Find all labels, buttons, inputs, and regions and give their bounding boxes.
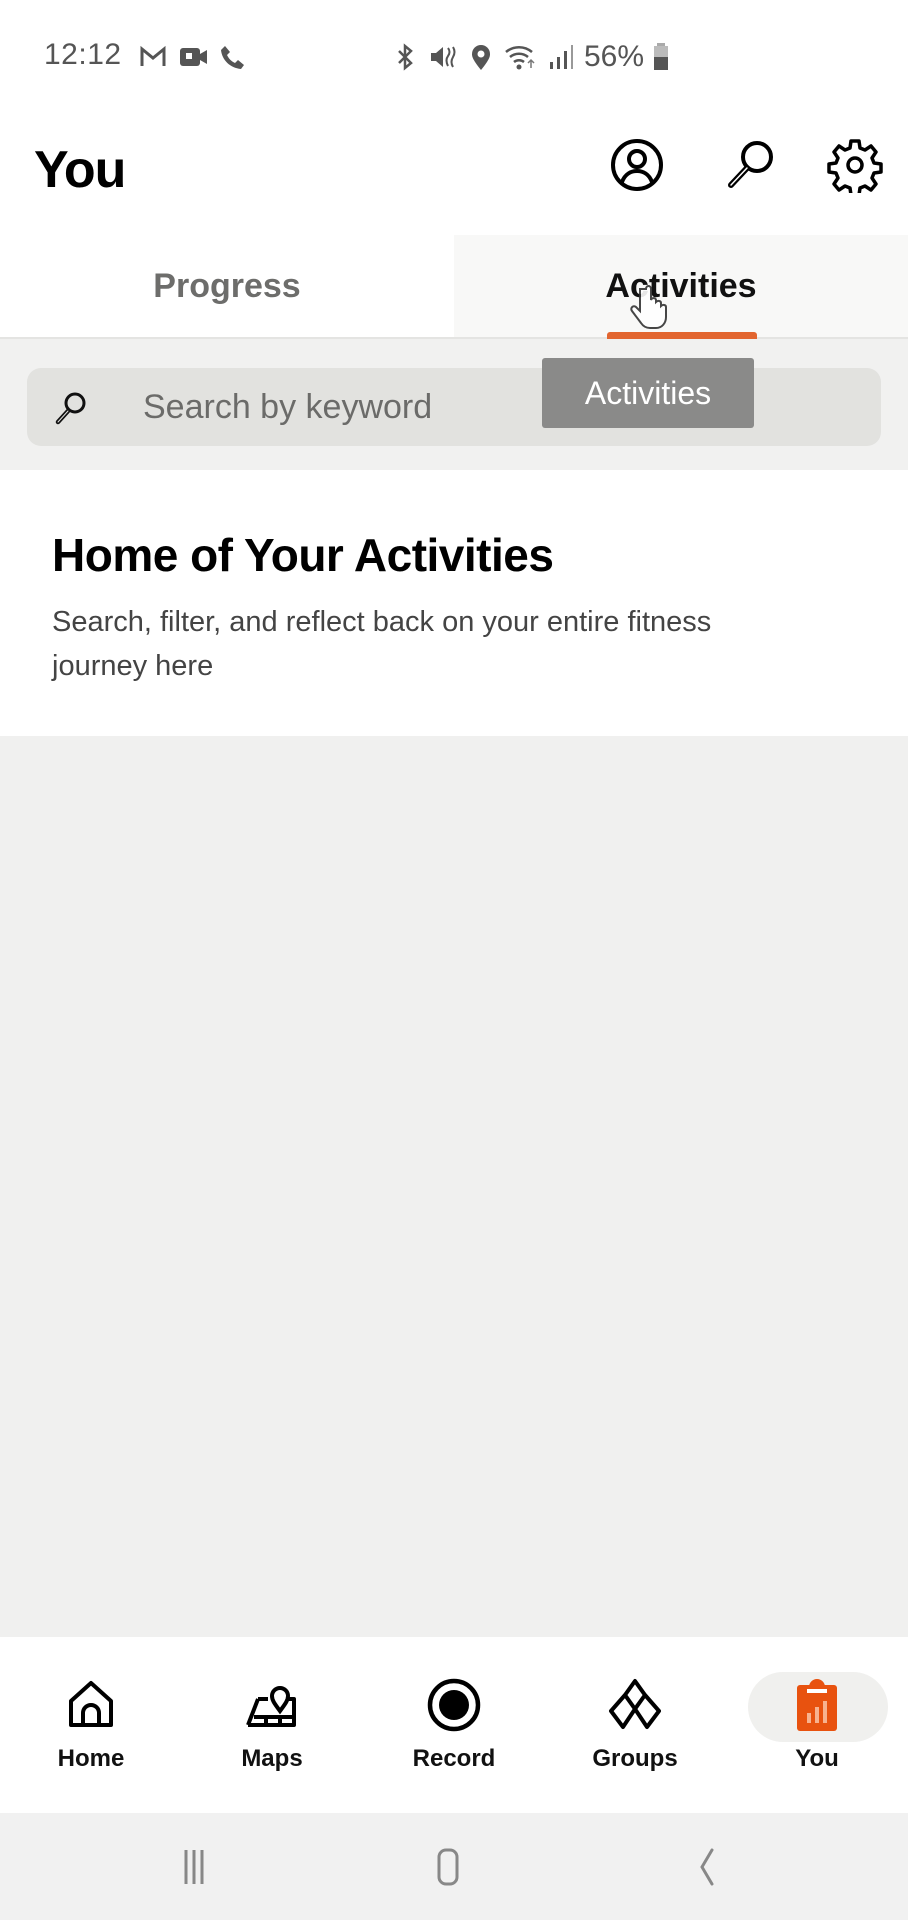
tab-progress[interactable]: Progress	[0, 235, 454, 337]
nav-maps-label: Maps	[241, 1745, 303, 1772]
gear-icon	[827, 139, 883, 193]
groups-icon	[609, 1679, 661, 1729]
page-title: You	[34, 141, 126, 199]
profile-button[interactable]	[608, 136, 666, 194]
nav-groups-label: Groups	[592, 1745, 678, 1772]
search-button[interactable]	[722, 136, 780, 194]
tooltip: Activities	[542, 358, 754, 428]
you-clipboard-icon	[797, 1679, 837, 1731]
app-header: You	[0, 110, 908, 235]
signal-icon	[550, 45, 573, 69]
wifi-icon	[505, 45, 535, 70]
nav-groups[interactable]: Groups	[544, 1637, 726, 1813]
search-placeholder: Search by keyword	[143, 388, 433, 426]
activities-intro-card: Home of Your Activities Search, filter, …	[0, 470, 908, 736]
map-icon	[246, 1686, 296, 1727]
settings-button[interactable]	[826, 136, 884, 194]
location-icon	[472, 45, 490, 70]
nav-you-label: You	[795, 1745, 839, 1772]
nav-home-label: Home	[57, 1745, 125, 1772]
search-icon	[55, 392, 86, 425]
home-icon	[69, 1681, 113, 1727]
tab-activities[interactable]: Activities	[454, 235, 908, 339]
gmail-icon	[140, 45, 166, 66]
phone-icon	[221, 46, 244, 69]
profile-icon	[611, 139, 663, 191]
video-call-icon	[180, 48, 207, 66]
back-icon[interactable]	[684, 1847, 734, 1887]
nav-you[interactable]: You	[726, 1637, 908, 1813]
nav-record-label: Record	[412, 1745, 496, 1772]
recent-apps-icon[interactable]	[172, 1847, 222, 1887]
tab-bar: Progress Activities	[0, 235, 908, 339]
active-tab-indicator	[607, 332, 757, 339]
mute-icon	[431, 46, 456, 68]
nav-maps[interactable]: Maps	[181, 1637, 363, 1813]
card-description: Search, filter, and reflect back on your…	[52, 606, 712, 682]
bottom-navigation: Home Maps Record Groups You	[0, 1637, 908, 1813]
tab-progress-label: Progress	[153, 266, 301, 305]
card-title: Home of Your Activities	[52, 529, 554, 581]
nav-home[interactable]: Home	[0, 1637, 182, 1813]
status-time: 12:12	[44, 38, 122, 71]
record-icon	[427, 1678, 481, 1732]
status-bar: 12:12 56%	[0, 0, 908, 110]
home-system-icon[interactable]	[426, 1847, 476, 1887]
system-navigation-bar	[0, 1813, 908, 1920]
battery-icon	[654, 43, 669, 70]
search-section: Search by keyword	[0, 340, 908, 470]
nav-record[interactable]: Record	[363, 1637, 545, 1813]
search-icon	[728, 141, 773, 188]
bluetooth-icon	[398, 43, 413, 71]
battery-percent: 56%	[584, 40, 645, 73]
hand-cursor-icon	[630, 285, 667, 329]
